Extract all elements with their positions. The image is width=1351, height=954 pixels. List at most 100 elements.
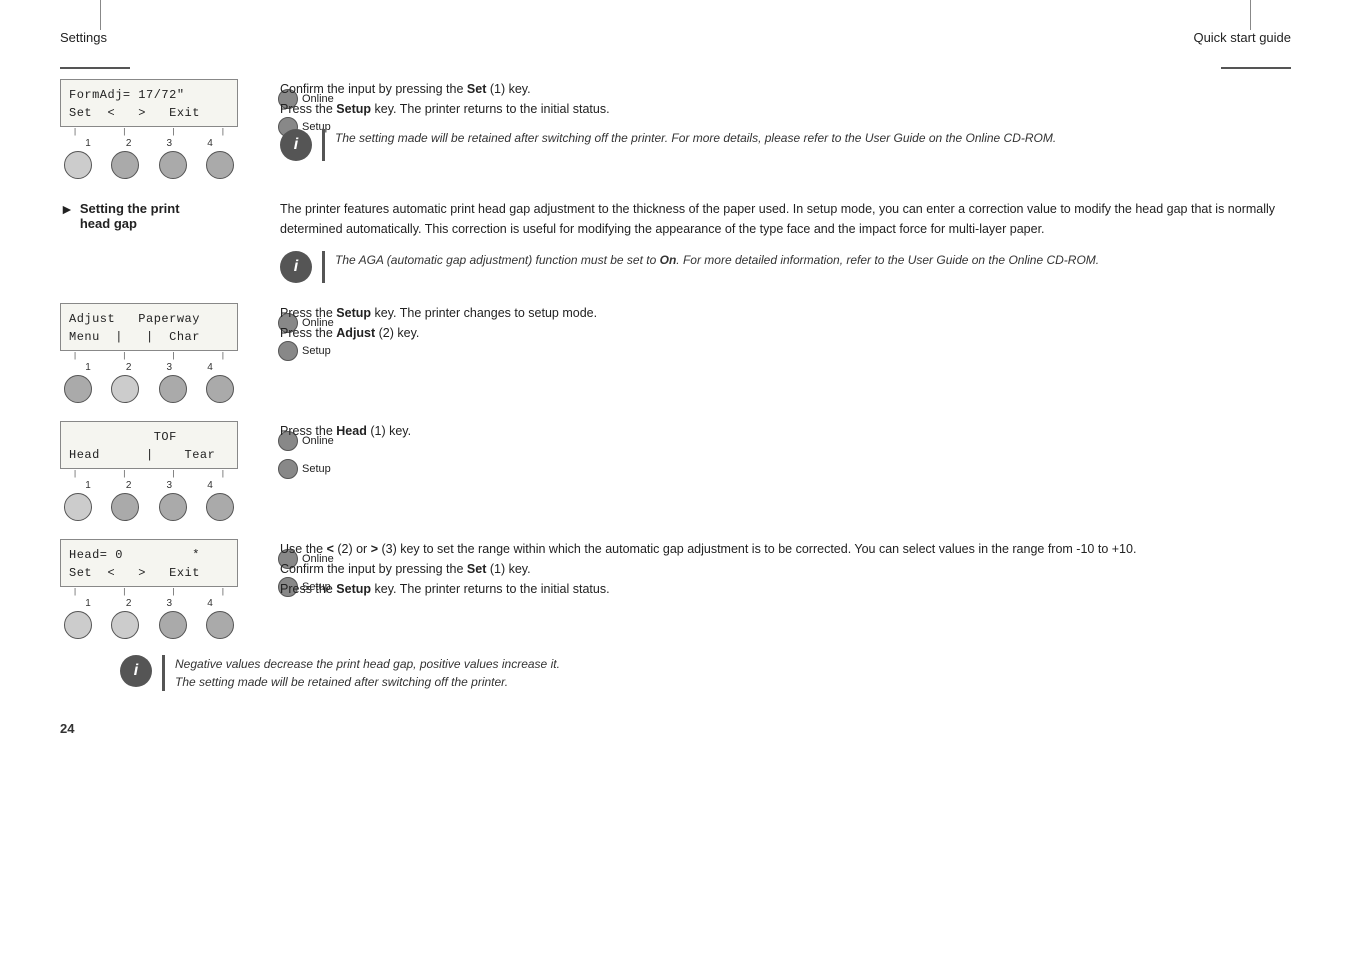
sub1-text-col: Press the Setup key. The printer changes…	[260, 303, 1291, 343]
sub2-setup-circle[interactable]	[278, 459, 298, 479]
sub1-setup-btn[interactable]: Setup	[278, 341, 334, 361]
heading-line1: Setting the print	[80, 201, 180, 216]
sub3-setup-bold: Setup	[336, 582, 371, 596]
info-icon-1: i	[280, 129, 312, 161]
sub1-btn3[interactable]	[159, 375, 187, 403]
sub3-btn2[interactable]	[111, 611, 139, 639]
top-lcd-line1: FormAdj= 17/72"	[69, 86, 229, 104]
sub2-lcd-line1: TOF	[69, 428, 229, 446]
sub3-btn-row	[60, 611, 238, 639]
sub3-lcd-panel: Head= 0 * Set < > Exit	[60, 539, 238, 587]
tick1: |	[74, 127, 76, 136]
info-bar-2	[322, 251, 325, 283]
sub2-lcd-numbers: 1 2 3 4	[60, 480, 238, 491]
tick3: |	[173, 127, 175, 136]
sub3-lcd-line2: Set < > Exit	[69, 564, 229, 582]
sub3-btn4[interactable]	[206, 611, 234, 639]
vert-rule-right	[1250, 0, 1251, 30]
top-lcd-numbers: 1 2 3 4	[60, 138, 238, 149]
num3: 3	[155, 138, 183, 149]
top-lcd-col: FormAdj= 17/72" Set < > Exit | | | | 1 2…	[60, 79, 260, 179]
top-text-col: Confirm the input by pressing the Set (1…	[260, 79, 1291, 171]
info-box-2: i The AGA (automatic gap adjustment) fun…	[280, 251, 1291, 283]
sub1-btn1[interactable]	[64, 375, 92, 403]
tick2: |	[123, 127, 125, 136]
page: Settings Quick start guide FormAdj= 17/7…	[0, 0, 1351, 954]
sub2-tick-row: | | | |	[60, 469, 238, 478]
sub3-lcd-line1: Head= 0 *	[69, 546, 229, 564]
sub1-lcd-line2: Menu | | Char	[69, 328, 229, 346]
sub-section-3: Head= 0 * Set < > Exit | | | | 1 2 3	[60, 539, 1291, 639]
num1: 1	[74, 138, 102, 149]
sub2-text-p: Press the Head (1) key.	[280, 421, 1291, 441]
sub1-lcd-line1: Adjust Paperway	[69, 310, 229, 328]
top-rule	[60, 65, 1291, 69]
info-icon-3: i	[120, 655, 152, 687]
sub3-set-bold: Set	[467, 562, 486, 576]
sub1-btn2[interactable]	[111, 375, 139, 403]
sub3-panel-wrap: Head= 0 * Set < > Exit | | | | 1 2 3	[60, 539, 270, 639]
btn2[interactable]	[111, 151, 139, 179]
info-text-3: Negative values decrease the print head …	[175, 655, 560, 691]
main-heading-left: ► Setting the print head gap	[60, 199, 260, 231]
top-text-p1: Confirm the input by pressing the Set (1…	[280, 79, 1291, 119]
info-text-1: The setting made will be retained after …	[335, 129, 1291, 147]
heading-line2: head gap	[80, 216, 137, 231]
btn1[interactable]	[64, 151, 92, 179]
sub2-lcd-col: TOF Head | Tear | | | | 1 2 3 4	[60, 421, 260, 521]
sub1-panel-and-side: Adjust Paperway Menu | | Char | | | | 1 …	[60, 303, 260, 403]
sub3-lcd-numbers: 1 2 3 4	[60, 598, 238, 609]
set-bold: Set	[467, 82, 486, 96]
btn4[interactable]	[206, 151, 234, 179]
sub1-panel-wrap: Adjust Paperway Menu | | Char | | | | 1 …	[60, 303, 270, 403]
info-bar-3	[162, 655, 165, 691]
header-right: Quick start guide	[1193, 30, 1291, 45]
sub2-lcd-line2: Head | Tear	[69, 446, 229, 464]
sub2-btn3[interactable]	[159, 493, 187, 521]
sub3-text-col: Use the < (2) or > (3) key to set the ra…	[260, 539, 1291, 599]
sub2-setup-label: Setup	[302, 463, 331, 475]
tick4: |	[222, 127, 224, 136]
sub2-text-col: Press the Head (1) key.	[260, 421, 1291, 441]
top-lcd-line2: Set < > Exit	[69, 104, 229, 122]
sub1-setup-label: Setup	[302, 345, 331, 357]
page-header: Settings Quick start guide	[60, 30, 1291, 47]
sub3-lcd-col: Head= 0 * Set < > Exit | | | | 1 2 3	[60, 539, 260, 639]
sub2-btn4[interactable]	[206, 493, 234, 521]
sub1-text-p: Press the Setup key. The printer changes…	[280, 303, 1291, 343]
info-italic-1: The setting made will be retained after …	[335, 131, 1056, 145]
info-box-3: i Negative values decrease the print hea…	[120, 655, 560, 691]
sub2-panel-wrap: TOF Head | Tear | | | | 1 2 3 4	[60, 421, 270, 521]
sub3-btn1[interactable]	[64, 611, 92, 639]
info-icon-2: i	[280, 251, 312, 283]
sub1-btn-row	[60, 375, 238, 403]
top-btn-row	[60, 151, 238, 179]
btn3[interactable]	[159, 151, 187, 179]
sub1-lcd-col: Adjust Paperway Menu | | Char | | | | 1 …	[60, 303, 260, 403]
sub3-panel-and-side: Head= 0 * Set < > Exit | | | | 1 2 3	[60, 539, 260, 639]
sub2-btn2[interactable]	[111, 493, 139, 521]
sub1-setup-circle[interactable]	[278, 341, 298, 361]
header-left: Settings	[60, 30, 107, 45]
sub-section-1: Adjust Paperway Menu | | Char | | | | 1 …	[60, 303, 1291, 403]
heading-text: Setting the print head gap	[80, 201, 180, 231]
sub1-btn4[interactable]	[206, 375, 234, 403]
main-text-p: The printer features automatic print hea…	[280, 199, 1291, 239]
sub2-head-bold: Head	[336, 424, 367, 438]
sub2-btn1[interactable]	[64, 493, 92, 521]
section-heading: ► Setting the print head gap	[60, 201, 240, 231]
sub2-btn-row	[60, 493, 238, 521]
info-bar-1	[322, 129, 325, 161]
top-tick-row: | | | |	[60, 127, 238, 136]
sub2-setup-btn[interactable]: Setup	[278, 459, 334, 479]
sub1-setup-bold: Setup	[336, 306, 371, 320]
num4: 4	[196, 138, 224, 149]
sub2-lcd-panel: TOF Head | Tear	[60, 421, 238, 469]
sub2-panel-and-side: TOF Head | Tear | | | | 1 2 3 4	[60, 421, 260, 521]
sub3-btn3[interactable]	[159, 611, 187, 639]
info-ital3-line2: The setting made will be retained after …	[175, 675, 508, 689]
top-lcd-panel: FormAdj= 17/72" Set < > Exit	[60, 79, 238, 127]
top-panel-wrap: FormAdj= 17/72" Set < > Exit | | | | 1 2…	[60, 79, 270, 179]
sub1-lcd-numbers: 1 2 3 4	[60, 362, 238, 373]
setup-bold: Setup	[336, 102, 371, 116]
